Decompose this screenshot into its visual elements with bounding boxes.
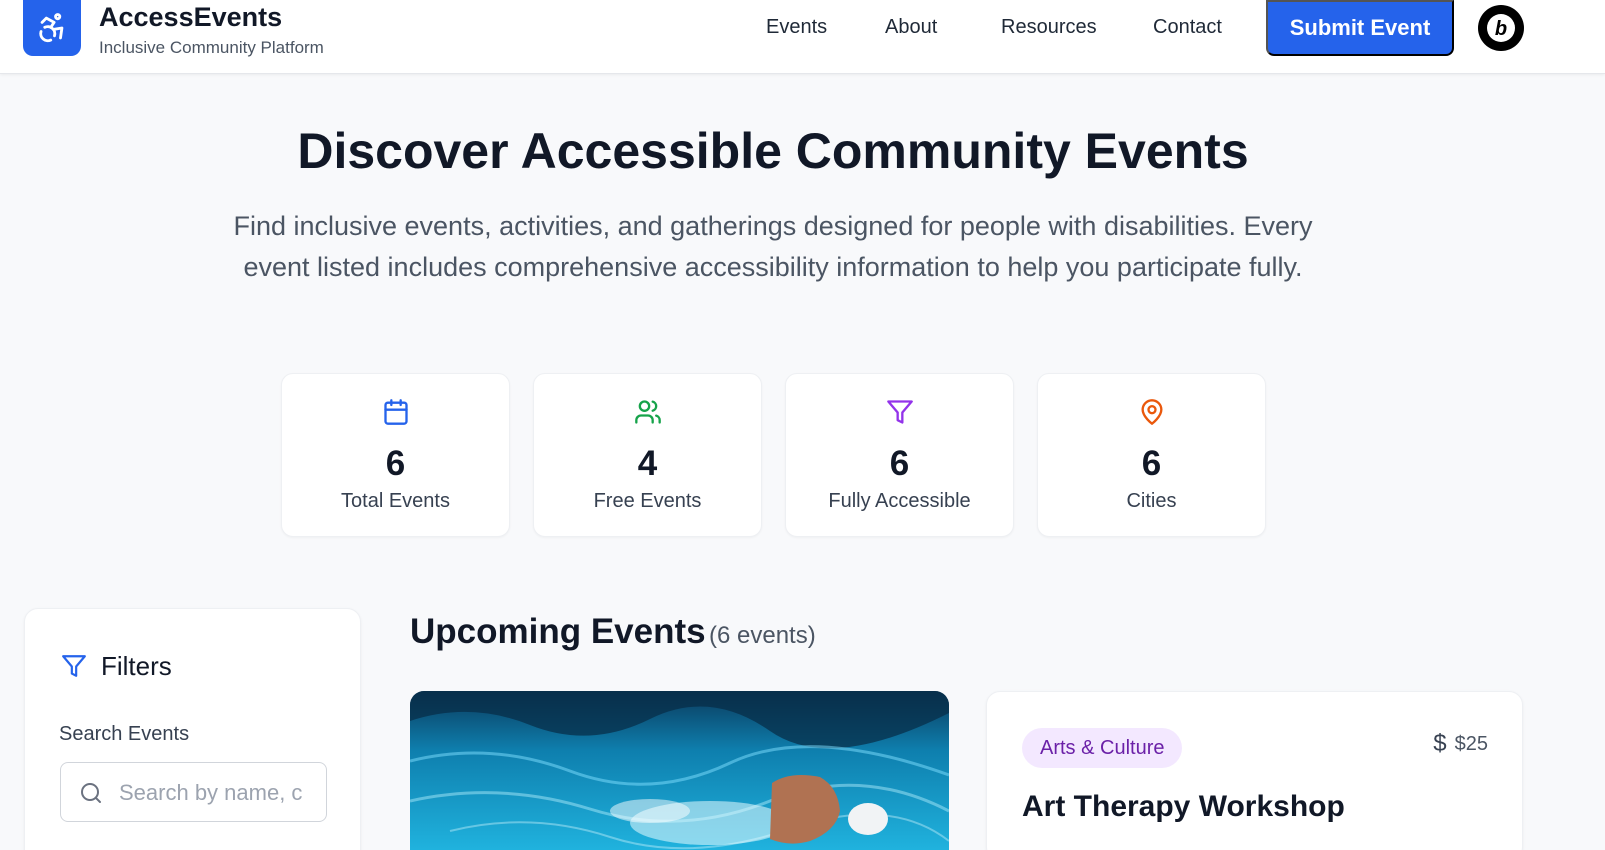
event-title[interactable]: Art Therapy Workshop <box>1022 790 1345 824</box>
stat-card-cities: 6 Cities <box>1037 373 1266 537</box>
accessibility-logo-icon[interactable] <box>23 0 81 56</box>
brand-title[interactable]: AccessEvents <box>99 2 282 33</box>
dollar-icon: $ <box>1433 730 1447 757</box>
calendar-icon <box>384 399 408 425</box>
powered-by-badge-icon[interactable]: b <box>1477 4 1525 52</box>
event-price: $ $25 <box>1433 730 1488 758</box>
event-image-swimming[interactable] <box>410 691 949 850</box>
stat-label: Total Events <box>341 490 450 512</box>
stat-card-fully-accessible: 6 Fully Accessible <box>785 373 1014 537</box>
upcoming-events-title: Upcoming Events <box>410 612 706 651</box>
stat-label: Free Events <box>593 490 702 512</box>
filters-title: Filters <box>101 651 172 681</box>
stat-label: Fully Accessible <box>828 490 971 512</box>
stat-card-total-events: 6 Total Events <box>281 373 510 537</box>
nav-link-events[interactable]: Events <box>766 16 827 39</box>
filter-icon <box>62 655 86 677</box>
stat-value: 4 <box>637 444 658 483</box>
stat-value: 6 <box>889 444 910 483</box>
search-events-label: Search Events <box>59 723 190 745</box>
nav-link-resources[interactable]: Resources <box>1001 16 1097 39</box>
events-count: (6 events) <box>709 622 816 649</box>
stat-value: 6 <box>1141 444 1162 483</box>
top-navigation-bar: AccessEvents Inclusive Community Platfor… <box>0 0 1605 74</box>
filters-panel: Filters Search Events <box>24 608 361 850</box>
brand-subtitle: Inclusive Community Platform <box>99 38 324 57</box>
search-box[interactable] <box>60 762 327 822</box>
category-badge: Arts & Culture <box>1022 728 1183 768</box>
stat-label: Cities <box>1126 490 1177 512</box>
hero-description: Find inclusive events, activities, and g… <box>233 211 1313 282</box>
search-input[interactable] <box>119 777 309 809</box>
price-value: $25 <box>1454 732 1488 755</box>
users-icon <box>635 400 661 424</box>
filter-icon <box>887 400 913 424</box>
nav-link-about[interactable]: About <box>885 16 937 39</box>
map-pin-icon <box>1141 399 1163 425</box>
search-icon <box>81 783 101 803</box>
hero-title: Discover Accessible Community Events <box>297 123 1249 179</box>
submit-event-button[interactable]: Submit Event <box>1266 0 1454 56</box>
event-card-art-therapy[interactable]: Arts & Culture $ $25 Art Therapy Worksho… <box>986 691 1523 850</box>
nav-link-contact[interactable]: Contact <box>1153 16 1222 39</box>
stat-card-free-events: 4 Free Events <box>533 373 762 537</box>
stat-value: 6 <box>385 444 406 483</box>
svg-text:b: b <box>1495 18 1507 40</box>
